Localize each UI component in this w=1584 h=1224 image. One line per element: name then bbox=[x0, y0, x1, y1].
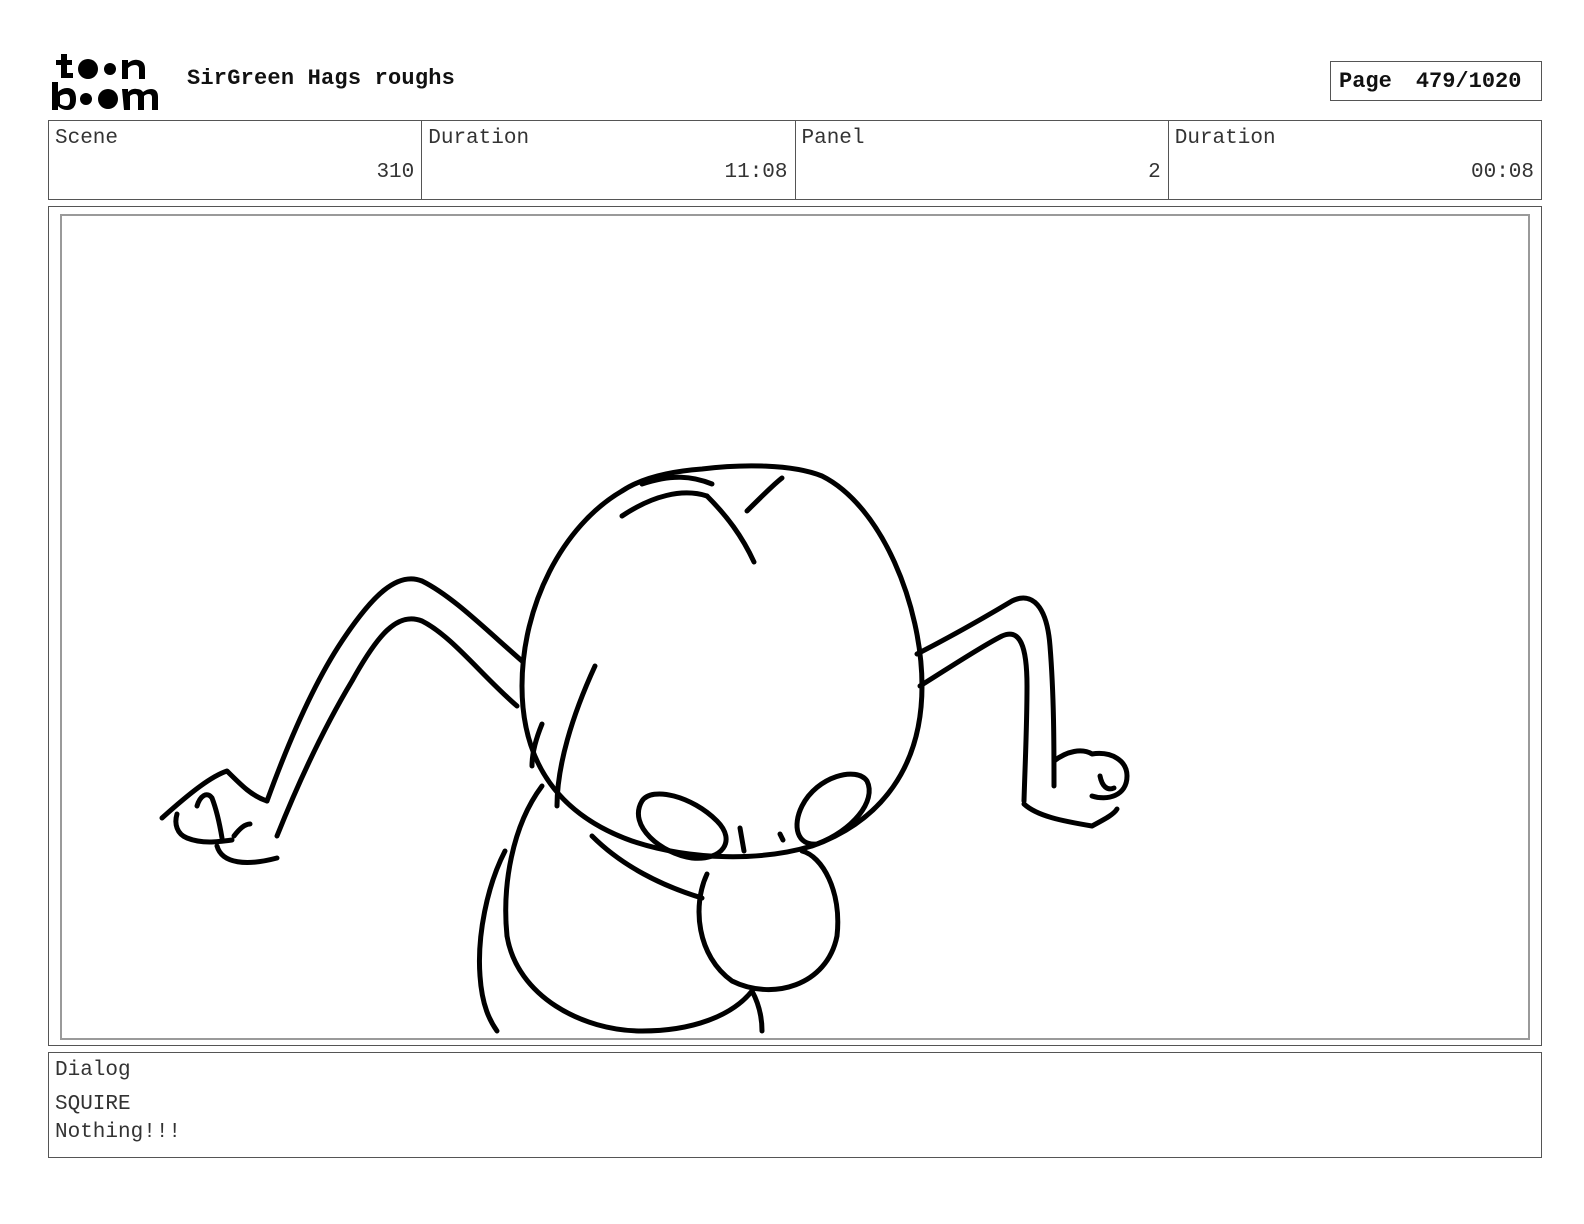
panel-value: 2 bbox=[1148, 161, 1161, 184]
scene-duration-label: Duration bbox=[428, 127, 530, 150]
scene-label: Scene bbox=[55, 127, 119, 150]
scene-info-row: Scene 310 Duration 11:08 Panel 2 Duratio… bbox=[48, 120, 1542, 200]
page-label: Page bbox=[1339, 68, 1392, 94]
panel-label: Panel bbox=[801, 127, 865, 150]
toon-boom-logo-icon bbox=[52, 54, 158, 110]
character-sketch bbox=[159, 463, 1130, 1034]
project-title: SirGreen Hags roughs bbox=[187, 66, 456, 91]
toon-boom-logo bbox=[52, 52, 164, 112]
panel-cell: Panel 2 bbox=[796, 121, 1169, 199]
dialog-label: Dialog bbox=[55, 1059, 131, 1082]
page-indicator: Page 479/1020 bbox=[1330, 61, 1542, 101]
panel-duration-value: 00:08 bbox=[1470, 161, 1534, 184]
panel-frame bbox=[60, 214, 1530, 1040]
panel-duration-cell: Duration 00:08 bbox=[1169, 121, 1541, 199]
scene-duration-cell: Duration 11:08 bbox=[422, 121, 796, 199]
dialog-box: Dialog SQUIRE Nothing!!! bbox=[48, 1052, 1542, 1158]
dialog-line: Nothing!!! bbox=[55, 1121, 182, 1144]
storyboard-panel bbox=[48, 206, 1542, 1046]
page-number: 479/1020 bbox=[1415, 68, 1522, 94]
panel-duration-label: Duration bbox=[1174, 127, 1276, 150]
scene-cell: Scene 310 bbox=[49, 121, 423, 199]
scene-value: 310 bbox=[376, 161, 415, 184]
dialog-speaker: SQUIRE bbox=[55, 1093, 131, 1116]
scene-duration-value: 11:08 bbox=[724, 161, 788, 184]
